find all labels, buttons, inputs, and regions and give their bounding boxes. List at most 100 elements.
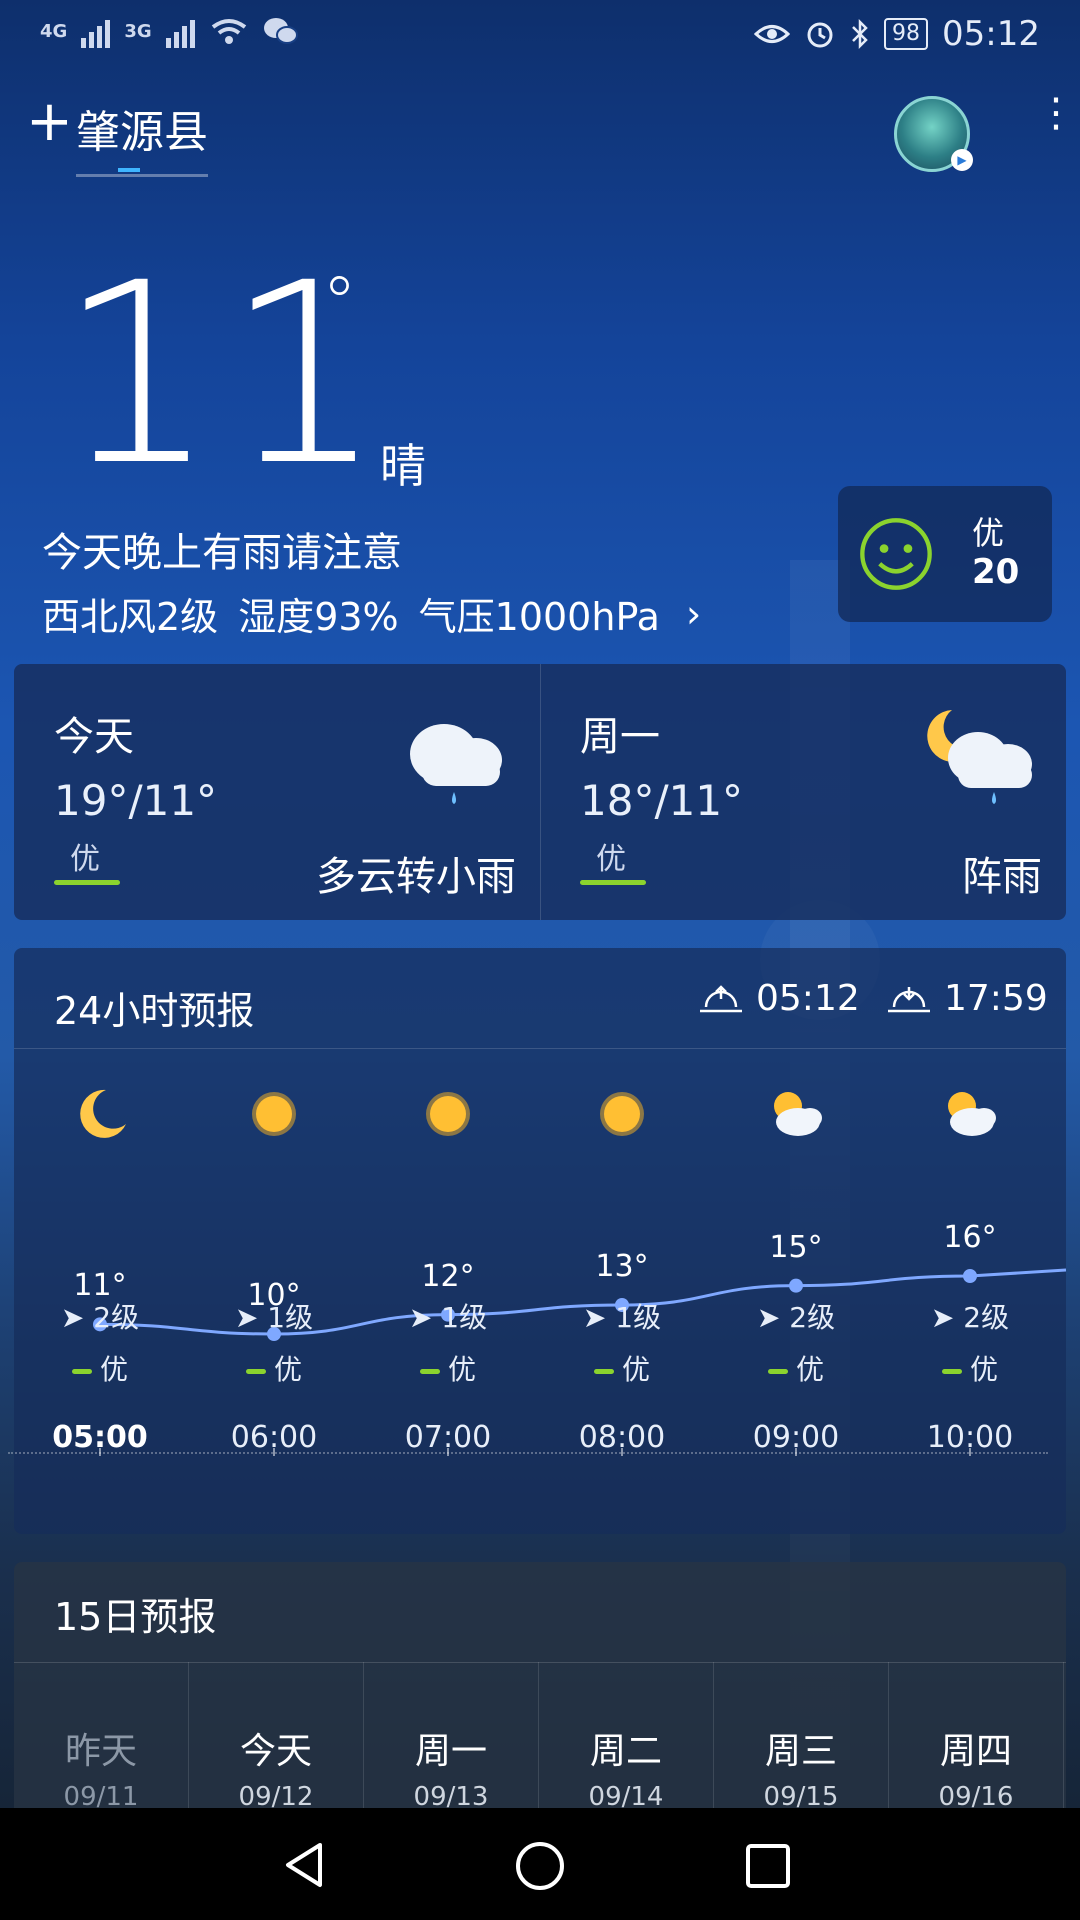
- forecast-15-title: 15日预报: [54, 1595, 217, 1639]
- hour-item[interactable]: 13° ➤ 1级优 08:00: [536, 1048, 708, 1534]
- hour-time: 08:00: [578, 1420, 666, 1455]
- aqi-dash: [71, 1368, 92, 1374]
- aqi-text: 优: [795, 1353, 824, 1386]
- hour-time: 06:00: [230, 1420, 318, 1455]
- hour-time: 09:00: [752, 1420, 840, 1455]
- wind-direction-icon: ➤: [582, 1301, 616, 1334]
- hour-item[interactable]: 15° ➤ 2级优 09:00: [710, 1048, 882, 1534]
- network-3g-label: 3G: [124, 20, 152, 42]
- aqi-dash: [419, 1368, 440, 1374]
- wind-info: 西北风2级: [42, 595, 219, 639]
- signal-icon-2: [165, 14, 195, 48]
- page-indicator: [118, 168, 140, 172]
- humidity-info: 湿度93%: [238, 595, 399, 639]
- battery-indicator: 98: [884, 18, 929, 50]
- navigation-bar: [0, 1808, 1080, 1920]
- aqi-face-icon: [860, 518, 932, 590]
- eye-icon: [754, 25, 791, 43]
- forecast-day-name: 周二: [589, 1731, 662, 1772]
- forecast-day-name: 周一: [414, 1731, 487, 1772]
- day-aqi: 优: [70, 842, 100, 877]
- hour-wind: ➤ 1级: [536, 1296, 708, 1336]
- day-temps: 19°/11°: [54, 776, 218, 825]
- aqi-text: 优: [969, 1353, 998, 1386]
- moon-cloud-rain-icon: [927, 710, 1032, 804]
- wind-level: 2级: [789, 1301, 836, 1334]
- time-axis: [8, 1452, 1048, 1454]
- wind-direction-icon: ➤: [60, 1301, 94, 1334]
- pressure-info: 气压1000hPa: [418, 595, 660, 639]
- add-city-button[interactable]: +: [26, 94, 73, 150]
- hour-time: 07:00: [404, 1420, 492, 1455]
- forecast-day-name: 昨天: [64, 1731, 137, 1772]
- weather-details[interactable]: 西北风2级 湿度93% 气压1000hPa ›: [42, 586, 701, 641]
- hour-temp: 12°: [421, 1258, 475, 1294]
- wind-level: 1级: [615, 1301, 662, 1334]
- day-condition: 阵雨: [962, 854, 1042, 900]
- sun-icon: [600, 1092, 644, 1136]
- cloud-rain-icon: [410, 724, 502, 804]
- city-name[interactable]: 肇源县: [76, 96, 208, 177]
- network-4g-label: 4G: [40, 20, 68, 42]
- play-icon: ▶: [951, 149, 973, 171]
- wind-direction-icon: ➤: [756, 1301, 790, 1334]
- wind-direction-icon: ➤: [408, 1301, 442, 1334]
- current-condition: 晴: [380, 439, 426, 493]
- hour-time: 05:00: [52, 1420, 148, 1455]
- aqi-dash: [245, 1368, 266, 1374]
- wind-level: 1级: [267, 1301, 314, 1334]
- header: + 肇源县 ▶ ⋮: [26, 93, 1076, 186]
- hour-wind: ➤ 1级: [362, 1296, 534, 1336]
- sun-icon: [252, 1092, 296, 1136]
- hour-item[interactable]: 11° ➤ 2级优 05:00: [14, 1048, 186, 1534]
- wind-direction-icon: ➤: [234, 1301, 268, 1334]
- hour-item[interactable]: 10° ➤ 1级优 06:00: [188, 1048, 360, 1534]
- aqi-card[interactable]: 优 20: [838, 486, 1052, 622]
- forecast-day-name: 今天: [239, 1731, 312, 1772]
- aqi-dash: [767, 1368, 788, 1374]
- day-name: 今天: [54, 714, 134, 760]
- hour-item[interactable]: 12° ➤ 1级优 07:00: [362, 1048, 534, 1534]
- plus-icon: +: [26, 89, 73, 154]
- hour-aqi: 优: [362, 1348, 534, 1388]
- recents-icon[interactable]: [744, 1842, 792, 1890]
- weather-alert: 今天晚上有雨请注意: [42, 530, 402, 576]
- hour-temp: 15°: [769, 1229, 823, 1265]
- sun-cloud-icon: [948, 1092, 996, 1136]
- hour-time: 10:00: [926, 1420, 1014, 1455]
- wind-level: 2级: [93, 1301, 140, 1334]
- aqi-bar: [580, 880, 646, 885]
- bluetooth-icon: [852, 18, 868, 50]
- aqi-value: 20: [972, 552, 1020, 592]
- back-icon[interactable]: [280, 1840, 330, 1890]
- signal-icon: [81, 14, 111, 48]
- hour-aqi: 优: [710, 1348, 882, 1388]
- alarm-icon: [807, 22, 833, 48]
- day-aqi: 优: [596, 842, 626, 877]
- day-name: 周一: [580, 714, 660, 760]
- day-today[interactable]: 今天 19°/11° 优 多云转小雨: [14, 664, 541, 920]
- hour-aqi: 优: [188, 1348, 360, 1388]
- aqi-text: 优: [99, 1353, 128, 1386]
- hour-aqi: 优: [536, 1348, 708, 1388]
- hourly-forecast-card: 24小时预报 05:12 17:59 11° ➤ 2级优 05:00 10° ➤ 1级优…: [14, 948, 1066, 1534]
- forecast-day-name: 周三: [764, 1731, 837, 1772]
- sun-cloud-icon: [774, 1092, 822, 1136]
- aqi-text: 优: [621, 1353, 650, 1386]
- hour-wind: ➤ 2级: [710, 1296, 882, 1336]
- hour-wind: ➤ 2级: [14, 1296, 186, 1336]
- hour-wind: ➤ 1级: [188, 1296, 360, 1336]
- wifi-icon: [211, 19, 246, 44]
- more-button[interactable]: ⋮: [1036, 93, 1076, 164]
- chevron-right-icon: ›: [685, 591, 702, 636]
- day-monday[interactable]: 周一 18°/11° 优 阵雨: [540, 664, 1066, 920]
- wind-direction-icon: ➤: [930, 1301, 964, 1334]
- home-icon[interactable]: [514, 1840, 566, 1892]
- avatar[interactable]: ▶: [894, 96, 973, 172]
- day-condition: 多云转小雨: [316, 854, 516, 900]
- sun-icon: [426, 1092, 470, 1136]
- hour-item[interactable]: 16° ➤ 2级优 10:00: [884, 1048, 1056, 1534]
- forecast-day-name: 周四: [939, 1731, 1012, 1772]
- wind-level: 1级: [441, 1301, 488, 1334]
- aqi-bar: [54, 880, 120, 885]
